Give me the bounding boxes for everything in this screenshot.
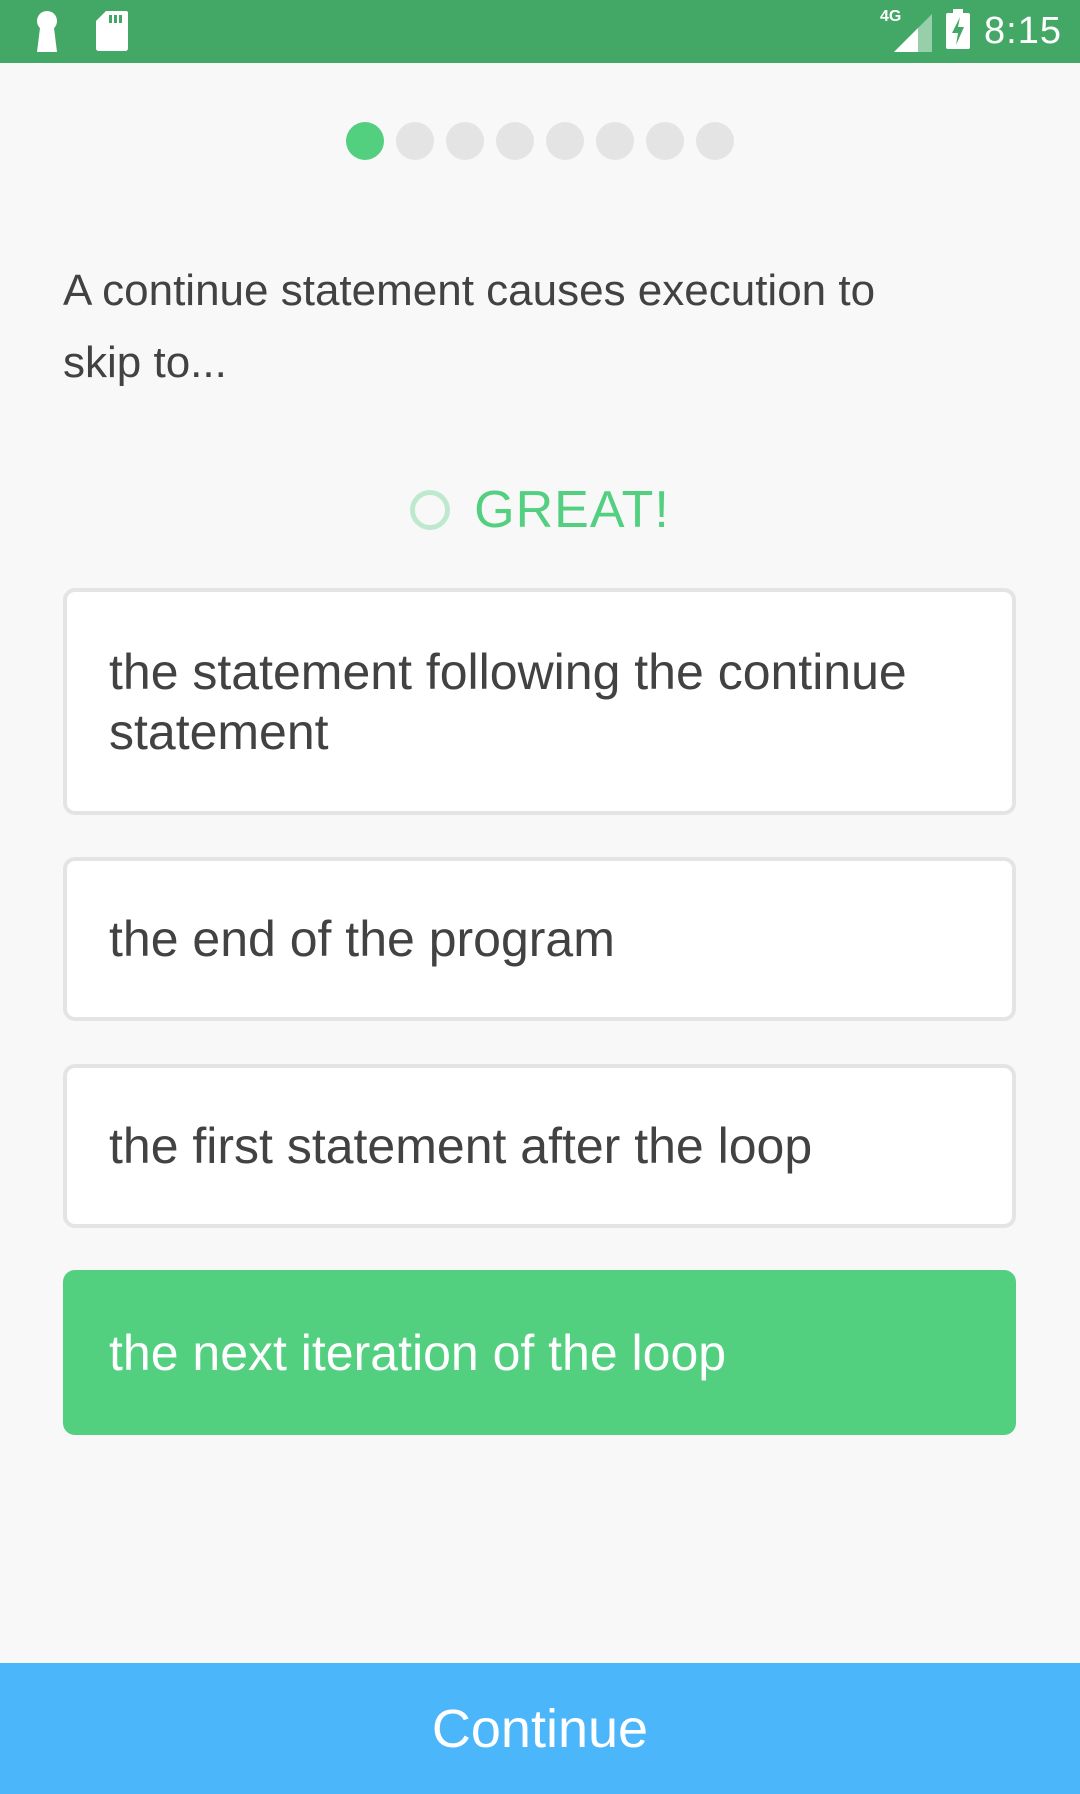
status-time: 8:15: [984, 10, 1062, 52]
progress-dot: [496, 122, 534, 160]
circle-outline-icon: [410, 490, 451, 530]
answer-option-4-correct[interactable]: the next iteration of the loop: [63, 1270, 1016, 1435]
status-bar: 4G 8:15: [0, 0, 1080, 63]
progress-dot: [646, 122, 684, 160]
answer-option-1[interactable]: the statement following the continue sta…: [63, 588, 1016, 815]
progress-dot: [446, 122, 484, 160]
progress-dot: [396, 122, 434, 160]
status-right-icons: 4G 8:15: [880, 0, 1062, 63]
keyhole-icon: [32, 10, 62, 57]
answer-option-label: the statement following the continue sta…: [109, 643, 907, 760]
signal-icon: 4G: [880, 8, 933, 52]
question-text: A continue statement causes execution to…: [63, 266, 876, 387]
answer-option-label: the next iteration of the loop: [109, 1324, 727, 1381]
feedback: GREAT!: [0, 480, 1080, 540]
answer-option-3[interactable]: the first statement after the loop: [63, 1064, 1016, 1228]
continue-button[interactable]: Continue: [0, 1663, 1080, 1794]
feedback-text: GREAT!: [474, 481, 670, 539]
answer-option-label: the end of the program: [109, 911, 615, 967]
progress-dot: [546, 122, 584, 160]
answer-option-label: the first statement after the loop: [109, 1118, 813, 1174]
sd-card-icon: [96, 11, 128, 56]
answer-option-2[interactable]: the end of the program: [63, 857, 1016, 1021]
progress-dot-current: [346, 122, 384, 160]
battery-charging-icon: [946, 9, 971, 54]
progress-dot: [696, 122, 734, 160]
status-left-icons: [32, 10, 128, 57]
progress-dot: [596, 122, 634, 160]
progress-dots: [0, 122, 1080, 160]
